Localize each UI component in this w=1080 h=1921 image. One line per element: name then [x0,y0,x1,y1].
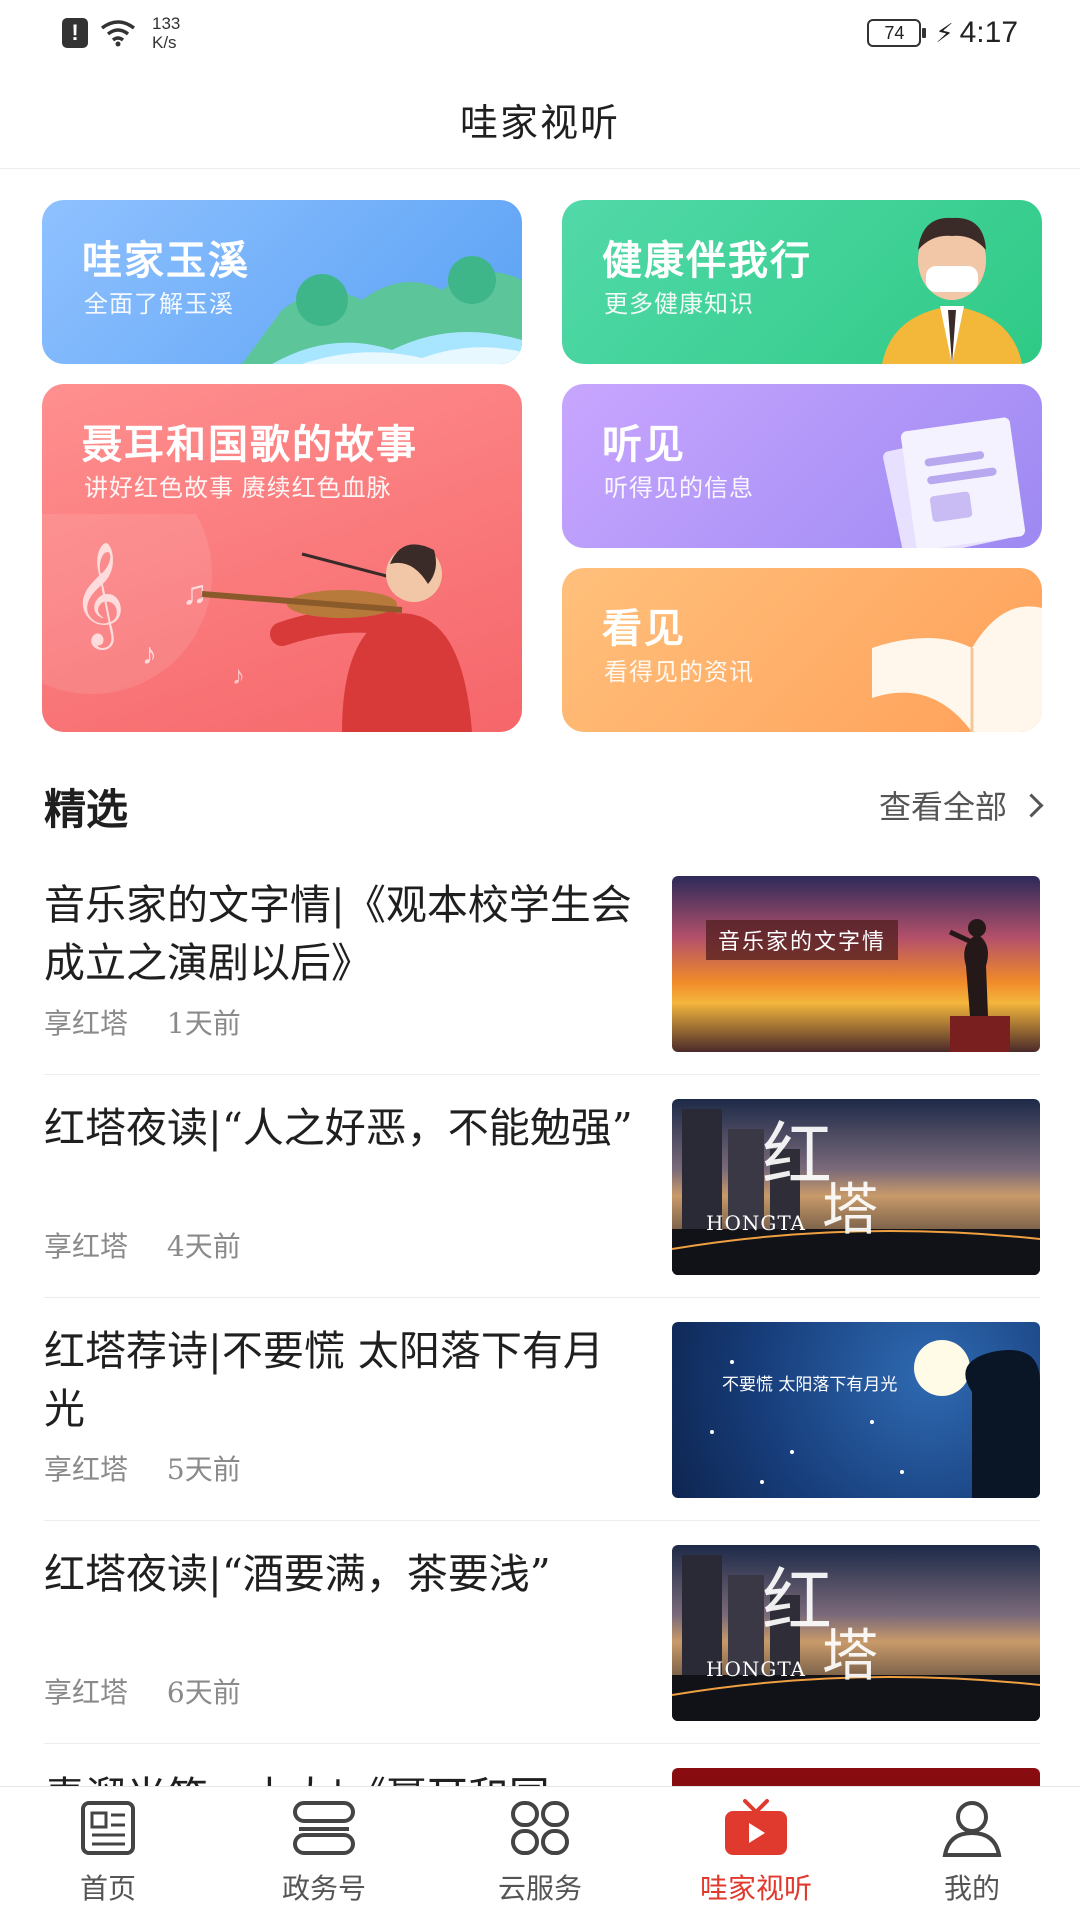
article-meta: 享红塔 5天前 [44,1448,271,1488]
document-illustration [883,417,1026,548]
violinist-illustration: 𝄞 ♫ ♪ ♪ [42,514,472,732]
article-item[interactable]: 红塔荐诗|不要慌 太阳落下有月光 享红塔 5天前 不要慌 太阳落下有月光 [44,1298,1040,1521]
card-subtitle: 听得见的信息 [604,475,754,502]
tab-home[interactable]: 首页 [0,1799,216,1919]
card-title: 哇家玉溪 [82,239,250,283]
thumbnail-caption: 音乐家的文字情 [706,920,899,960]
grid-icon [511,1801,569,1855]
government-icon [293,1801,355,1855]
card-subtitle: 看得见的资讯 [604,659,754,686]
tab-label: 我的 [943,1872,1000,1905]
article-title: 音乐家的文字情|《观本校学生会成立之演剧以后》 [44,881,632,987]
tab-cloud-service[interactable]: 云服务 [432,1799,648,1919]
tab-label: 政务号 [281,1872,366,1905]
statue-silhouette [948,919,1010,1052]
charging-icon: ⚡ [935,17,954,48]
user-icon [942,1801,1002,1857]
status-bar: ! 133 K/s 74 ⚡ 4:17 [0,0,1080,66]
article-time: 1天前 [166,1007,241,1040]
clock: 4:17 [959,16,1018,49]
wifi-icon [100,20,136,47]
article-source: 享红塔 [44,1453,129,1486]
card-title: 看见 [602,607,686,651]
thumbnail-caption: 不要慌 太阳落下有月光 [722,1375,898,1395]
article-item[interactable]: 红塔夜读|“酒要满，茶要浅” 享红塔 6天前 红 塔 HONGTA [44,1521,1040,1744]
svg-text:塔: 塔 [822,1624,878,1689]
section-title: 精选 [44,785,129,834]
page-title: 哇家视听 [459,101,620,145]
article-time: 6天前 [166,1676,241,1709]
card-title: 聂耳和国歌的故事 [82,423,418,467]
card-nieer-anthem[interactable]: 𝄞 ♫ ♪ ♪ 聂耳和国歌的故事 讲好红色故事 赓续红色血脉 [42,384,522,732]
tab-government[interactable]: 政务号 [216,1799,432,1919]
svg-text:𝄞: 𝄞 [72,541,125,650]
status-right: 74 ⚡ 4:17 [867,16,1018,50]
alert-icon: ! [62,18,88,48]
bottom-tab-bar: 首页 政务号 云服务 哇家视听 我的 [0,1786,1080,1921]
article-title: 红塔夜读|“酒要满，茶要浅” [44,1550,551,1598]
article-meta: 享红塔 6天前 [44,1671,271,1711]
tv-play-icon [725,1799,787,1855]
article-source: 享红塔 [44,1007,129,1040]
open-book-illustration [872,606,1042,732]
doctor-illustration [882,217,1022,364]
card-subtitle: 讲好红色故事 赓续红色血脉 [84,475,392,502]
net-speed-value: 133 [152,14,181,33]
tab-label: 首页 [79,1872,136,1905]
view-all-label: 查看全部 [878,789,1007,825]
card-subtitle: 更多健康知识 [604,291,754,318]
svg-text:♪: ♪ [232,660,245,690]
card-subtitle: 全面了解玉溪 [84,291,234,318]
moon-night-scene [710,1340,1040,1498]
card-wajia-yuxi[interactable]: 哇家玉溪 全面了解玉溪 [42,200,522,364]
article-item[interactable]: 红塔夜读|“人之好恶，不能勉强” 享红塔 4天前 红 塔 HONGTA [44,1075,1040,1298]
article-meta: 享红塔 4天前 [44,1225,271,1265]
tab-wajia-av[interactable]: 哇家视听 [648,1799,864,1919]
tab-label: 哇家视听 [699,1872,812,1905]
article-item[interactable]: 音乐家的文字情|《观本校学生会成立之演剧以后》 享红塔 1天前 音乐家的文字情 [44,852,1040,1075]
battery-icon: 74 [867,19,927,47]
svg-text:♪: ♪ [142,638,157,671]
article-thumbnail: 红 塔 HONGTA [672,1545,1040,1721]
card-title: 听见 [602,423,686,467]
article-thumbnail: 红 塔 HONGTA [672,1099,1040,1275]
svg-text:塔: 塔 [822,1178,878,1243]
article-title: 红塔夜读|“人之好恶，不能勉强” [44,1104,633,1152]
card-title: 健康伴我行 [602,239,812,283]
net-speed-unit: K/s [152,33,177,52]
tab-label: 云服务 [497,1872,582,1905]
thumbnail-caption: HONGTA [706,1211,807,1235]
article-thumbnail: 不要慌 太阳落下有月光 [672,1322,1040,1498]
article-meta: 享红塔 1天前 [44,1002,271,1042]
article-title: 红塔荐诗|不要慌 太阳落下有月光 [44,1327,604,1433]
thumbnail-caption: HONGTA [706,1657,807,1681]
card-kanjian[interactable]: 看见 看得见的资讯 [562,568,1042,732]
chevron-right-icon [1019,792,1044,818]
article-source: 享红塔 [44,1230,129,1263]
article-time: 4天前 [166,1230,241,1263]
card-health[interactable]: 健康伴我行 更多健康知识 [562,200,1042,364]
status-left: ! 133 K/s [62,14,180,52]
article-thumbnail: 音乐家的文字情 [672,876,1040,1052]
app-header: 哇家视听 [0,66,1080,169]
article-source: 享红塔 [44,1676,129,1709]
article-time: 5天前 [166,1453,241,1486]
city-skyline: 红 塔 [672,1109,1040,1275]
tab-profile[interactable]: 我的 [864,1799,1080,1919]
landscape-illustration [242,256,522,364]
view-all-link[interactable]: 查看全部 [878,782,1044,828]
card-tingjian[interactable]: 听见 听得见的信息 [562,384,1042,548]
city-skyline: 红 塔 [672,1555,1040,1721]
newspaper-icon [81,1801,135,1855]
net-speed: 133 K/s [152,14,180,52]
